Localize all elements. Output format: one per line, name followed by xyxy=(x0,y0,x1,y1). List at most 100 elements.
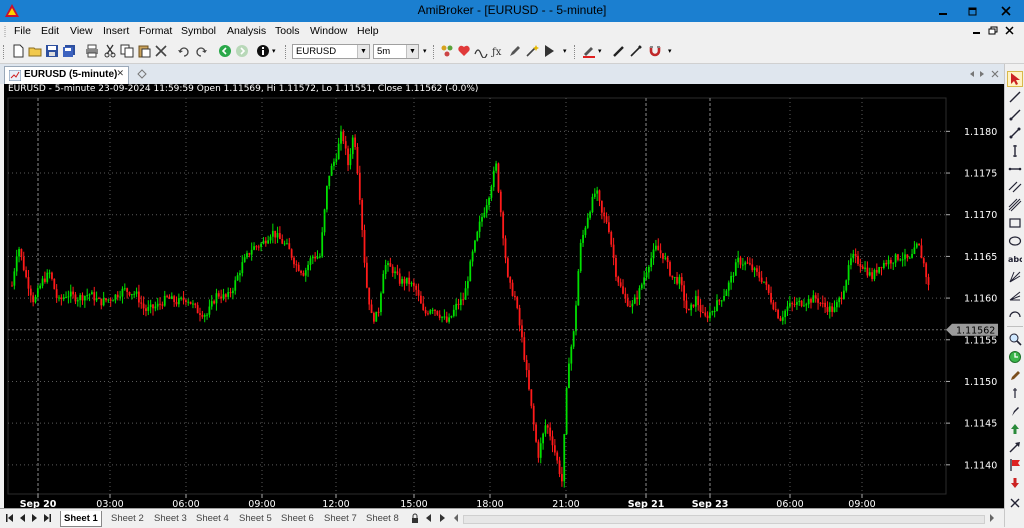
text-icon[interactable]: abc xyxy=(1008,252,1022,266)
ellipse-icon[interactable] xyxy=(1008,234,1022,248)
back-icon[interactable] xyxy=(218,44,232,58)
close-window-button[interactable] xyxy=(988,0,1024,22)
copy-icon[interactable] xyxy=(120,44,134,58)
mdi-restore-icon[interactable] xyxy=(988,26,998,36)
pencil-icon[interactable] xyxy=(1008,368,1022,382)
info-icon[interactable] xyxy=(256,44,270,58)
chevron-down-icon[interactable]: ▼ xyxy=(357,45,369,58)
segment-icon[interactable] xyxy=(1008,126,1022,140)
sheet-tab-7[interactable]: Sheet 7 xyxy=(321,511,360,526)
candlestick-chart[interactable]: 1.11801.11751.11701.11651.11601.11551.11… xyxy=(4,84,1004,508)
mdi-close-icon[interactable] xyxy=(1005,26,1015,36)
open-folder-icon[interactable] xyxy=(28,44,42,58)
fan-icon[interactable] xyxy=(1008,288,1022,302)
rectangle-icon[interactable] xyxy=(1008,216,1022,230)
first-sheet-icon[interactable] xyxy=(5,513,14,523)
toolbar-overflow-icon[interactable]: ▾ xyxy=(668,47,672,55)
scroll-left-icon[interactable] xyxy=(452,514,460,522)
sheet-tab-1[interactable]: Sheet 1 xyxy=(60,511,102,527)
sheet-next-icon[interactable] xyxy=(437,513,447,523)
timer-icon[interactable] xyxy=(1008,350,1022,364)
pattern-icon[interactable] xyxy=(440,44,454,58)
heart-icon[interactable] xyxy=(457,44,471,58)
forward-icon[interactable] xyxy=(235,44,249,58)
menu-help[interactable]: Help xyxy=(357,25,379,37)
wand-icon[interactable] xyxy=(525,44,539,58)
toolbar-overflow-icon[interactable]: ▾ xyxy=(423,47,427,55)
restore-button[interactable] xyxy=(958,0,988,22)
draw-color-icon[interactable] xyxy=(582,44,596,58)
tab-scroll-left-icon[interactable] xyxy=(967,70,977,78)
pen-icon[interactable] xyxy=(612,44,626,58)
color-dropdown-icon[interactable]: ▾ xyxy=(598,47,602,55)
toolbar-overflow-icon[interactable]: ▾ xyxy=(563,47,567,55)
chevron-down-icon[interactable]: ▼ xyxy=(406,45,418,58)
menu-tools[interactable]: Tools xyxy=(275,25,300,37)
save-icon[interactable] xyxy=(45,44,59,58)
delete-icon[interactable] xyxy=(154,44,168,58)
cursor-icon[interactable] xyxy=(1007,71,1023,87)
new-tab-icon[interactable] xyxy=(137,69,147,79)
symbol-combo[interactable]: EURUSD ▼ xyxy=(292,44,370,59)
menu-view[interactable]: View xyxy=(70,25,93,37)
run-icon[interactable] xyxy=(542,44,556,58)
sheet-tab-2[interactable]: Sheet 2 xyxy=(108,511,147,526)
tab-close-all-icon[interactable] xyxy=(990,69,1000,79)
print-icon[interactable] xyxy=(85,44,99,58)
formula-icon[interactable]: ƒx xyxy=(491,44,505,58)
menu-format[interactable]: Format xyxy=(139,25,172,37)
sweep-icon[interactable] xyxy=(474,44,488,58)
ray-icon[interactable] xyxy=(1008,108,1022,122)
paste-icon[interactable] xyxy=(137,44,151,58)
interval-combo[interactable]: 5m ▼ xyxy=(373,44,419,59)
sheet-tab-3[interactable]: Sheet 3 xyxy=(151,511,190,526)
new-file-icon[interactable] xyxy=(11,44,25,58)
lock-icon[interactable] xyxy=(410,513,420,523)
horizontal-scrollbar[interactable] xyxy=(463,515,985,524)
mdi-minimize-icon[interactable] xyxy=(972,27,982,35)
channel-icon[interactable] xyxy=(1008,180,1022,194)
tab-close-icon[interactable]: ✕ xyxy=(116,69,124,79)
edit-tool-icon[interactable] xyxy=(508,44,522,58)
gann-icon[interactable] xyxy=(1008,270,1022,284)
minimize-button[interactable] xyxy=(928,0,958,22)
magnet-icon[interactable] xyxy=(648,44,662,58)
menu-insert[interactable]: Insert xyxy=(103,25,129,37)
tab-scroll-right-icon[interactable] xyxy=(977,70,987,78)
next-sheet-icon[interactable] xyxy=(31,513,39,523)
zoom-icon[interactable] xyxy=(1008,332,1022,346)
scroll-right-icon[interactable] xyxy=(988,514,996,522)
brush-icon[interactable] xyxy=(1008,404,1022,418)
fibonacci-icon[interactable] xyxy=(1008,198,1022,212)
menu-edit[interactable]: Edit xyxy=(41,25,59,37)
price-chart-pane[interactable]: 1.1180 1.1175 1.1170 1.1165 1.1160 1.1155 1.11… xyxy=(4,84,1004,508)
cut-icon[interactable] xyxy=(103,44,117,58)
menu-file[interactable]: File xyxy=(14,25,31,37)
line-icon[interactable] xyxy=(1008,90,1022,104)
delete-drawing-icon[interactable] xyxy=(1008,496,1022,510)
menu-analysis[interactable]: Analysis xyxy=(227,25,266,37)
sheet-tab-6[interactable]: Sheet 6 xyxy=(278,511,317,526)
arrow-up-icon[interactable] xyxy=(1008,422,1022,436)
sheet-prev-icon[interactable] xyxy=(424,513,434,523)
flag-icon[interactable] xyxy=(1008,458,1022,472)
sheet-tab-5[interactable]: Sheet 5 xyxy=(236,511,275,526)
arrow-icon[interactable] xyxy=(1008,440,1022,454)
menu-symbol[interactable]: Symbol xyxy=(181,25,216,37)
tick-marker-icon[interactable] xyxy=(1008,386,1022,400)
horizontal-line-icon[interactable] xyxy=(1008,162,1022,176)
arc-icon[interactable] xyxy=(1008,306,1022,320)
last-sheet-icon[interactable] xyxy=(43,513,52,523)
vertical-line-icon[interactable] xyxy=(1008,144,1022,158)
marker-icon[interactable] xyxy=(629,44,643,58)
arrow-down-icon[interactable] xyxy=(1008,476,1022,490)
redo-icon[interactable] xyxy=(194,44,208,58)
undo-icon[interactable] xyxy=(177,44,191,58)
prev-sheet-icon[interactable] xyxy=(18,513,26,523)
info-dropdown-icon[interactable]: ▾ xyxy=(272,47,276,55)
sheet-tab-4[interactable]: Sheet 4 xyxy=(193,511,232,526)
menu-window[interactable]: Window xyxy=(310,25,347,37)
save-all-icon[interactable] xyxy=(62,44,76,58)
sheet-tab-8[interactable]: Sheet 8 xyxy=(363,511,402,526)
tab-eurusd-5-minute[interactable]: EURUSD (5-minute) ✕ xyxy=(4,66,129,84)
